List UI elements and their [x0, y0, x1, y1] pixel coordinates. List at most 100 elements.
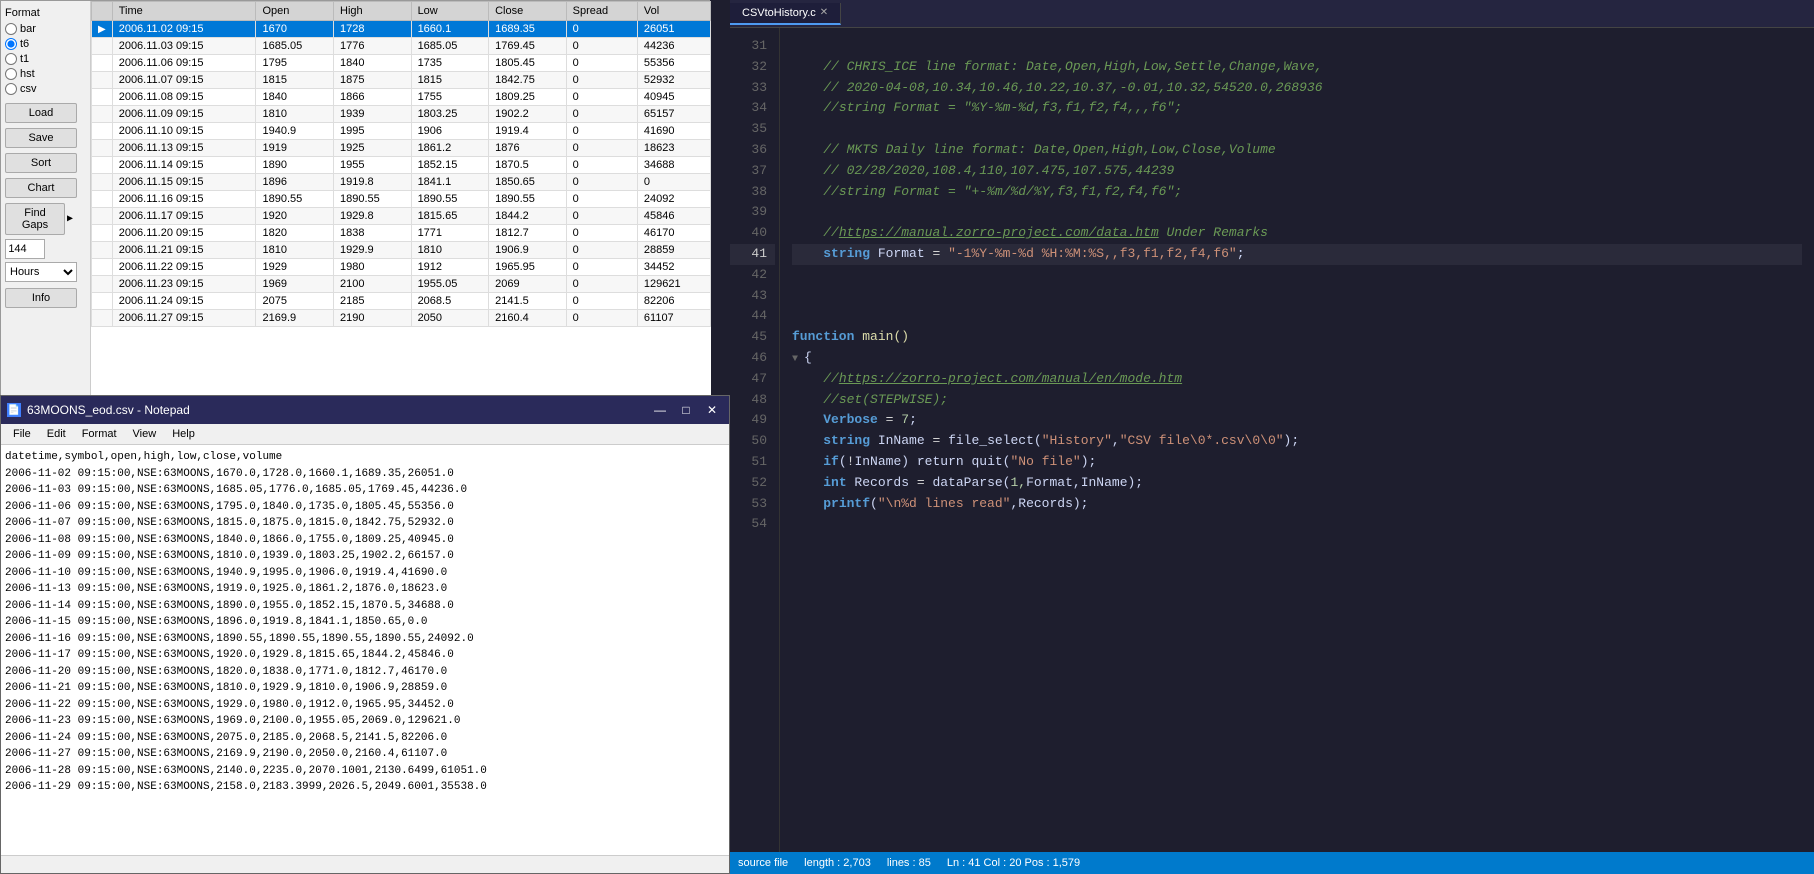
- code-line-38: //string Format = "+-%m/%d/%Y,f3,f1,f2,f…: [792, 182, 1802, 203]
- editor-tab-csvtohistory[interactable]: CSVtoHistory.c ✕: [730, 3, 841, 25]
- table-row[interactable]: 2006.11.20 09:151820183817711812.7046170: [92, 225, 711, 242]
- table-row[interactable]: 2006.11.06 09:151795184017351805.4505535…: [92, 55, 711, 72]
- maximize-button[interactable]: □: [675, 400, 697, 420]
- cell-time: 2006.11.23 09:15: [112, 276, 256, 293]
- cell-close: 1689.35: [489, 21, 567, 38]
- notepad-content[interactable]: datetime,symbol,open,high,low,close,volu…: [1, 445, 729, 855]
- cell-close: 1842.75: [489, 72, 567, 89]
- menu-format[interactable]: Format: [74, 426, 125, 442]
- code-line-42: [792, 265, 1802, 286]
- gaps-number-input[interactable]: [5, 239, 45, 259]
- code-line-53: printf("\n%d lines read",Records);: [792, 494, 1802, 515]
- format-bar-option[interactable]: bar: [5, 23, 86, 35]
- code-line-52: int Records = dataParse(1,Format,InName)…: [792, 473, 1802, 494]
- cell-open: 2169.9: [256, 310, 334, 327]
- menu-view[interactable]: View: [125, 426, 165, 442]
- cell-spread: 0: [566, 55, 637, 72]
- code-content[interactable]: // CHRIS_ICE line format: Date,Open,High…: [780, 28, 1814, 852]
- fold-icon[interactable]: ▼: [792, 352, 804, 368]
- notepad-window-controls: — □ ✕: [649, 400, 723, 420]
- cell-low: 1890.55: [411, 191, 489, 208]
- table-row[interactable]: 2006.11.14 09:15189019551852.151870.5034…: [92, 157, 711, 174]
- line-numbers: 3132333435363738394041424344454647484950…: [730, 28, 780, 852]
- cell-close: 1812.7: [489, 225, 567, 242]
- format-t6-option[interactable]: t6: [5, 38, 86, 50]
- line-number-36: 36: [730, 140, 775, 161]
- col-close[interactable]: Close: [489, 2, 567, 21]
- cell-high: 1840: [334, 55, 412, 72]
- notepad-titlebar: 📄 63MOONS_eod.csv - Notepad — □ ✕: [1, 396, 729, 424]
- cell-low: 1660.1: [411, 21, 489, 38]
- cell-high: 1875: [334, 72, 412, 89]
- table-row[interactable]: 2006.11.13 09:15191919251861.21876018623: [92, 140, 711, 157]
- tab-close-icon[interactable]: ✕: [820, 7, 828, 18]
- table-row[interactable]: ▶2006.11.02 09:15167017281660.11689.3502…: [92, 21, 711, 38]
- table-row[interactable]: 2006.11.23 09:15196921001955.05206901296…: [92, 276, 711, 293]
- table-row[interactable]: 2006.11.27 09:152169.9219020502160.40611…: [92, 310, 711, 327]
- code-line-46: ▼{: [792, 348, 1802, 369]
- cell-vol: 40945: [637, 89, 710, 106]
- minimize-button[interactable]: —: [649, 400, 671, 420]
- col-vol[interactable]: Vol: [637, 2, 710, 21]
- cell-spread: 0: [566, 72, 637, 89]
- chart-button[interactable]: Chart: [5, 178, 77, 198]
- cell-low: 1771: [411, 225, 489, 242]
- save-button[interactable]: Save: [5, 128, 77, 148]
- format-csv-option[interactable]: csv: [5, 83, 86, 95]
- table-row[interactable]: 2006.11.16 09:151890.551890.551890.55189…: [92, 191, 711, 208]
- line-number-51: 51: [730, 452, 775, 473]
- table-row[interactable]: 2006.11.17 09:1519201929.81815.651844.20…: [92, 208, 711, 225]
- cell-low: 1815.65: [411, 208, 489, 225]
- line-number-54: 54: [730, 514, 775, 535]
- code-line-36: // MKTS Daily line format: Date,Open,Hig…: [792, 140, 1802, 161]
- hours-dropdown[interactable]: Hours: [5, 262, 77, 282]
- table-row[interactable]: 2006.11.15 09:1518961919.81841.11850.650…: [92, 174, 711, 191]
- cell-open: 1670: [256, 21, 334, 38]
- format-csv-radio[interactable]: [5, 83, 17, 95]
- load-button[interactable]: Load: [5, 103, 77, 123]
- col-high[interactable]: High: [334, 2, 412, 21]
- col-spread[interactable]: Spread: [566, 2, 637, 21]
- cell-time: 2006.11.02 09:15: [112, 21, 256, 38]
- notepad-title-text: 63MOONS_eod.csv - Notepad: [27, 403, 190, 417]
- col-time[interactable]: Time: [112, 2, 256, 21]
- code-line-54: [792, 514, 1802, 535]
- col-open[interactable]: Open: [256, 2, 334, 21]
- table-row[interactable]: 2006.11.21 09:1518101929.918101906.90288…: [92, 242, 711, 259]
- row-arrow: [92, 38, 113, 55]
- cell-vol: 46170: [637, 225, 710, 242]
- line-number-43: 43: [730, 286, 775, 307]
- format-bar-radio[interactable]: [5, 23, 17, 35]
- menu-help[interactable]: Help: [164, 426, 203, 442]
- cell-time: 2006.11.20 09:15: [112, 225, 256, 242]
- table-row[interactable]: 2006.11.07 09:151815187518151842.7505293…: [92, 72, 711, 89]
- table-row[interactable]: 2006.11.10 09:151940.9199519061919.40416…: [92, 123, 711, 140]
- sort-button[interactable]: Sort: [5, 153, 77, 173]
- cell-high: 1728: [334, 21, 412, 38]
- cell-time: 2006.11.24 09:15: [112, 293, 256, 310]
- cell-vol: 24092: [637, 191, 710, 208]
- find-gaps-button[interactable]: Find Gaps: [5, 203, 65, 235]
- find-gaps-row: Find Gaps ▶: [5, 203, 86, 235]
- menu-file[interactable]: File: [5, 426, 39, 442]
- menu-edit[interactable]: Edit: [39, 426, 74, 442]
- close-button[interactable]: ✕: [701, 400, 723, 420]
- format-hst-radio[interactable]: [5, 68, 17, 80]
- format-t1-option[interactable]: t1: [5, 53, 86, 65]
- cell-open: 1929: [256, 259, 334, 276]
- table-row[interactable]: 2006.11.03 09:151685.0517761685.051769.4…: [92, 38, 711, 55]
- format-t1-radio[interactable]: [5, 53, 17, 65]
- row-arrow: [92, 191, 113, 208]
- cell-close: 1870.5: [489, 157, 567, 174]
- table-row[interactable]: 2006.11.08 09:151840186617551809.2504094…: [92, 89, 711, 106]
- cell-time: 2006.11.09 09:15: [112, 106, 256, 123]
- table-row[interactable]: 2006.11.22 09:151929198019121965.9503445…: [92, 259, 711, 276]
- format-hst-option[interactable]: hst: [5, 68, 86, 80]
- info-button[interactable]: Info: [5, 288, 77, 308]
- col-low[interactable]: Low: [411, 2, 489, 21]
- cell-high: 1890.55: [334, 191, 412, 208]
- table-row[interactable]: 2006.11.09 09:15181019391803.251902.2065…: [92, 106, 711, 123]
- format-t6-radio[interactable]: [5, 38, 17, 50]
- notepad-title-left: 📄 63MOONS_eod.csv - Notepad: [7, 403, 190, 417]
- table-row[interactable]: 2006.11.24 09:15207521852068.52141.50822…: [92, 293, 711, 310]
